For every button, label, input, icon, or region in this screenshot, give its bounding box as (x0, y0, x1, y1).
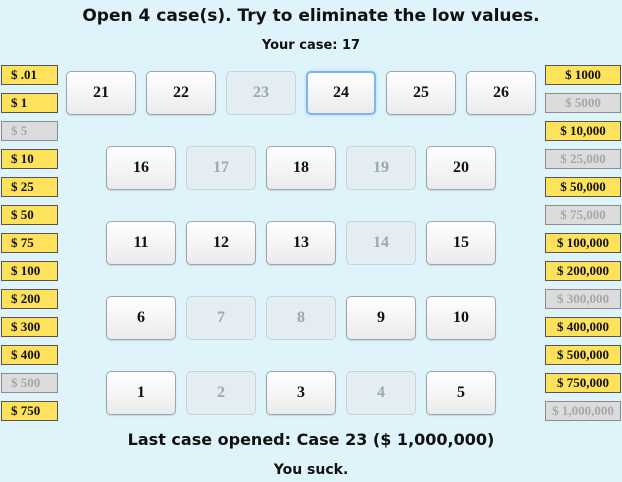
case-18[interactable]: 18 (266, 146, 336, 190)
prize-right-2: $ 5000 (545, 93, 621, 113)
prize-left-12: $ 500 (1, 373, 58, 393)
case-14[interactable]: 14 (346, 221, 416, 265)
case-10[interactable]: 10 (426, 296, 496, 340)
case-17[interactable]: 17 (186, 146, 256, 190)
prize-right-11: $ 500,000 (545, 345, 621, 365)
prize-left-11: $ 400 (1, 345, 58, 365)
case-13[interactable]: 13 (266, 221, 336, 265)
case-6[interactable]: 6 (106, 296, 176, 340)
your-case-label: Your case: 17 (261, 38, 361, 53)
prize-right-6: $ 75,000 (545, 205, 621, 225)
case-21[interactable]: 21 (66, 71, 136, 115)
case-5[interactable]: 5 (426, 371, 496, 415)
prize-right-9: $ 300,000 (545, 289, 621, 309)
case-3[interactable]: 3 (266, 371, 336, 415)
prize-left-6: $ 50 (1, 205, 58, 225)
case-26[interactable]: 26 (466, 71, 536, 115)
case-1[interactable]: 1 (106, 371, 176, 415)
prize-right-4: $ 25,000 (545, 149, 621, 169)
prize-left-7: $ 75 (1, 233, 58, 253)
prize-right-7: $ 100,000 (545, 233, 621, 253)
case-24[interactable]: 24 (306, 71, 376, 115)
case-11[interactable]: 11 (106, 221, 176, 265)
case-20[interactable]: 20 (426, 146, 496, 190)
case-23[interactable]: 23 (226, 71, 296, 115)
prize-left-1: $ .01 (1, 65, 58, 85)
prize-left-10: $ 300 (1, 317, 58, 337)
prize-left-9: $ 200 (1, 289, 58, 309)
prize-left-8: $ 100 (1, 261, 58, 281)
prize-right-12: $ 750,000 (545, 373, 621, 393)
instruction-title: Open 4 case(s). Try to eliminate the low… (82, 6, 540, 26)
case-25[interactable]: 25 (386, 71, 456, 115)
prize-right-8: $ 200,000 (545, 261, 621, 281)
case-12[interactable]: 12 (186, 221, 256, 265)
prize-left-2: $ 1 (1, 93, 58, 113)
prize-left-4: $ 10 (1, 149, 58, 169)
prize-right-10: $ 400,000 (545, 317, 621, 337)
case-2[interactable]: 2 (186, 371, 256, 415)
case-16[interactable]: 16 (106, 146, 176, 190)
prize-right-1: $ 1000 (545, 65, 621, 85)
case-7[interactable]: 7 (186, 296, 256, 340)
prize-left-3: $ 5 (1, 121, 58, 141)
last-case-opened: Last case opened: Case 23 ($ 1,000,000) (127, 430, 495, 449)
prize-right-13: $ 1,000,000 (545, 401, 621, 421)
case-15[interactable]: 15 (426, 221, 496, 265)
prize-left-13: $ 750 (1, 401, 58, 421)
verdict-message: You suck. (273, 462, 349, 478)
case-22[interactable]: 22 (146, 71, 216, 115)
prize-left-5: $ 25 (1, 177, 58, 197)
prize-right-5: $ 50,000 (545, 177, 621, 197)
case-8[interactable]: 8 (266, 296, 336, 340)
case-9[interactable]: 9 (346, 296, 416, 340)
case-19[interactable]: 19 (346, 146, 416, 190)
case-4[interactable]: 4 (346, 371, 416, 415)
prize-right-3: $ 10,000 (545, 121, 621, 141)
